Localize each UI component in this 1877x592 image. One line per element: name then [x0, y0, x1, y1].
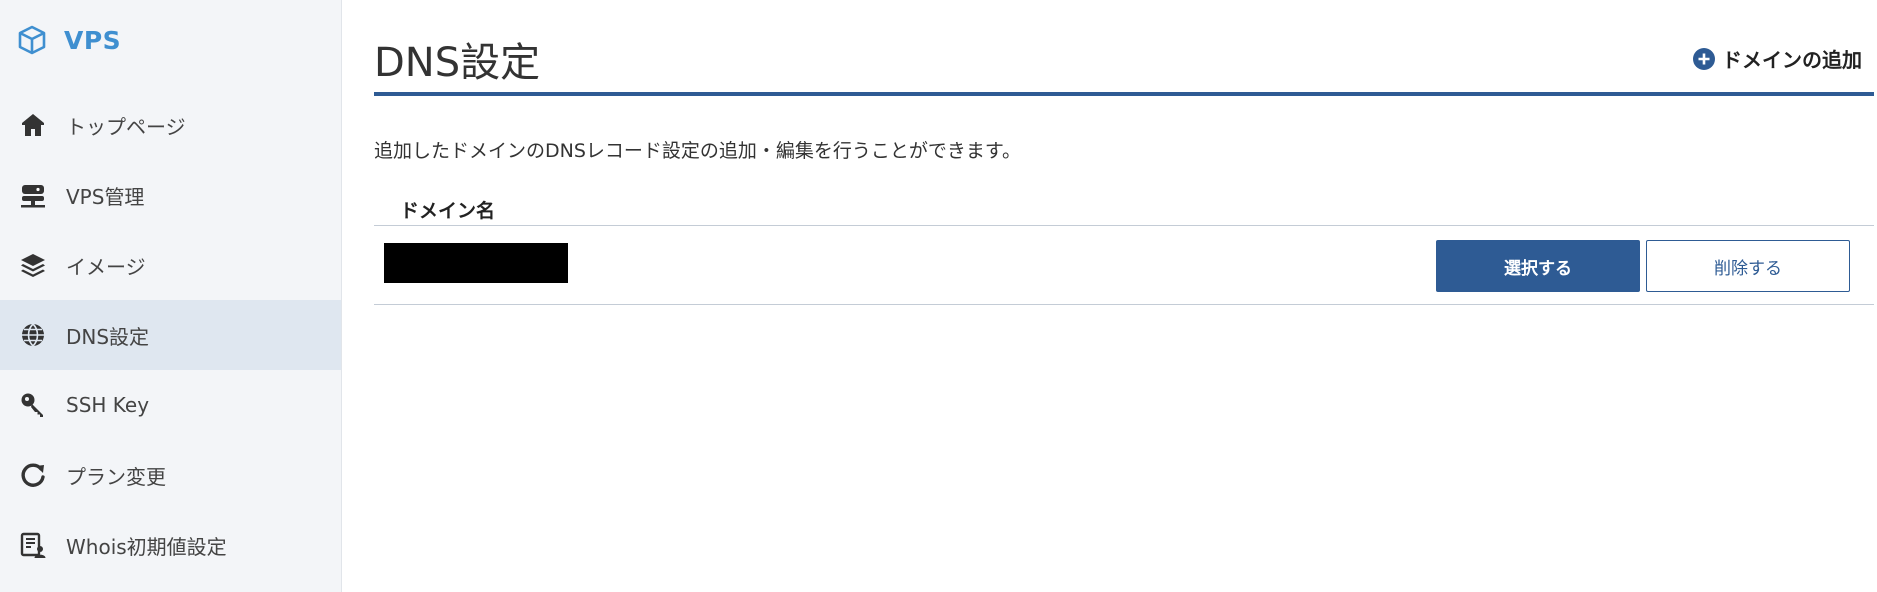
refresh-icon — [18, 460, 48, 490]
sidebar-item-label: トップページ — [66, 114, 186, 139]
sidebar-item-label: DNS設定 — [66, 324, 150, 349]
sidebar-item-top[interactable]: トップページ — [0, 90, 341, 160]
sidebar-item-whois[interactable]: Whois初期値設定 — [0, 510, 341, 580]
sidebar-item-image[interactable]: イメージ — [0, 230, 341, 300]
table-header: ドメイン名 — [374, 193, 1874, 225]
select-button[interactable]: 選択する — [1436, 240, 1640, 292]
sidebar-item-label: VPS管理 — [66, 184, 145, 209]
brand-label: VPS — [64, 25, 122, 55]
column-header-domain: ドメイン名 — [400, 199, 496, 222]
layers-icon — [18, 250, 48, 280]
sidebar-item-sshkey[interactable]: SSH Key — [0, 370, 341, 440]
sidebar-item-plan-change[interactable]: プラン変更 — [0, 440, 341, 510]
main-content: DNS設定 ドメインの追加 追加したドメインのDNSレコード設定の追加・編集を行… — [374, 0, 1874, 592]
add-domain-label: ドメインの追加 — [1722, 48, 1862, 72]
redacted-domain-name — [384, 243, 568, 283]
sidebar-item-label: Whois初期値設定 — [66, 534, 227, 559]
sidebar-item-vps[interactable]: VPS管理 — [0, 160, 341, 230]
server-icon — [18, 180, 48, 210]
sidebar: VPS トップページ VPS管理 イメージ DNS設定 SSH Key プラン変… — [0, 0, 342, 592]
delete-button[interactable]: 削除する — [1646, 240, 1850, 292]
page-description: 追加したドメインのDNSレコード設定の追加・編集を行うことができます。 — [374, 140, 1022, 162]
sidebar-nav: トップページ VPS管理 イメージ DNS設定 SSH Key プラン変更 Wh… — [0, 90, 341, 580]
brand[interactable]: VPS — [18, 20, 121, 60]
sidebar-item-label: SSH Key — [66, 393, 150, 417]
key-icon — [18, 390, 48, 420]
globe-icon — [18, 320, 48, 350]
add-domain-button[interactable]: ドメインの追加 — [1692, 44, 1862, 73]
title-divider — [374, 92, 1874, 96]
whois-icon — [18, 530, 48, 560]
sidebar-item-label: イメージ — [66, 254, 146, 279]
home-icon — [18, 110, 48, 140]
page-title: DNS設定 — [374, 40, 541, 86]
domain-table: ドメイン名 選択する 削除する — [374, 193, 1874, 305]
table-row: 選択する 削除する — [374, 226, 1874, 305]
sidebar-item-label: プラン変更 — [66, 464, 166, 489]
plus-circle-icon — [1692, 47, 1716, 71]
sidebar-item-dns[interactable]: DNS設定 — [0, 300, 341, 370]
cube-icon — [18, 25, 46, 55]
